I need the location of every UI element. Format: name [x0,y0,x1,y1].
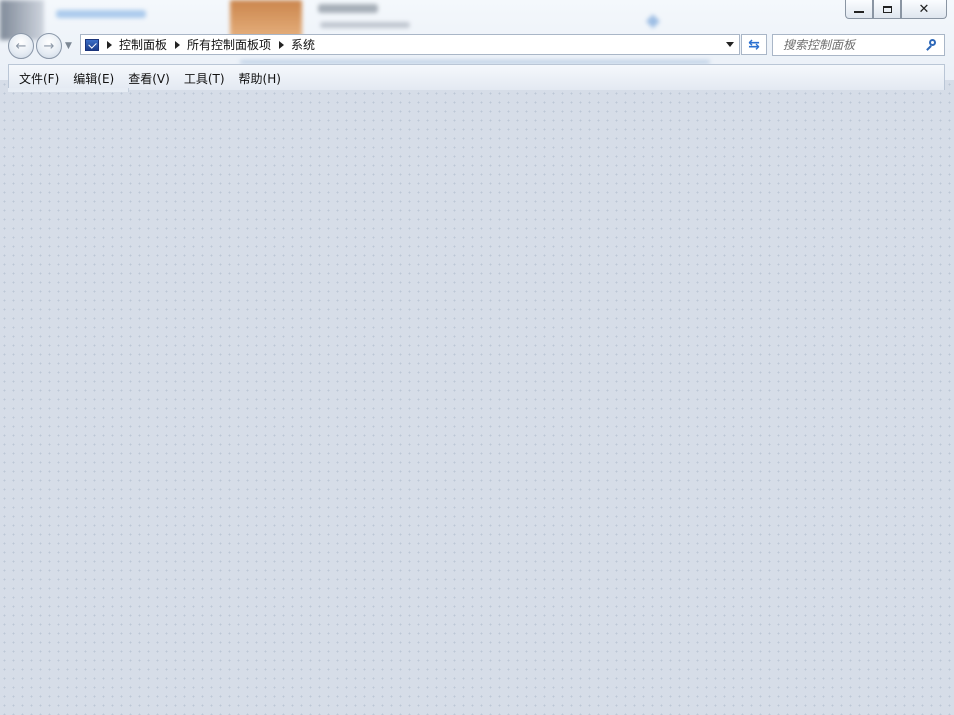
blurred-link [56,10,146,18]
breadcrumb-system[interactable]: 系统 [291,36,315,53]
content-area [0,80,954,715]
address-dropdown-button[interactable] [721,42,739,47]
menu-file[interactable]: 文件(F) [9,65,67,87]
breadcrumb-all-items[interactable]: 所有控制面板项 [187,36,271,53]
chevron-down-icon [726,42,734,47]
blurred-logo: ◆ [646,10,660,31]
refresh-button[interactable]: ⇆ [741,34,767,55]
maximize-icon [882,5,892,13]
breadcrumb-separator-icon[interactable] [175,40,181,49]
blurred-subtext [320,22,410,28]
forward-button[interactable]: → [36,33,62,59]
control-panel-icon [85,38,99,51]
sidebar-edge [8,88,129,92]
back-arrow-icon: ← [15,38,27,54]
breadcrumb-separator-icon[interactable] [107,40,112,49]
close-icon: ✕ [918,1,930,17]
address-bar[interactable]: 控制面板 所有控制面板项 系统 [80,34,740,55]
refresh-icon: ⇆ [748,36,760,53]
search-icon[interactable] [926,39,938,51]
menu-view[interactable]: 查看(V) [122,65,178,87]
breadcrumb-control-panel[interactable]: 控制面板 [119,36,167,53]
breadcrumb-separator-icon[interactable] [279,40,285,49]
search-input[interactable] [781,37,925,53]
menu-bar: 文件(F) 编辑(E) 查看(V) 工具(T) 帮助(H) [8,64,945,90]
close-button[interactable]: ✕ [901,0,947,19]
maximize-button[interactable] [873,0,901,19]
navigation-buttons: ← → ▼ [8,33,72,59]
menu-help[interactable]: 帮助(H) [233,65,289,87]
recent-pages-dropdown-icon[interactable]: ▼ [65,41,72,51]
menu-edit[interactable]: 编辑(E) [67,65,122,87]
search-box [772,34,945,56]
menu-tools[interactable]: 工具(T) [178,65,233,87]
minimize-button[interactable] [845,0,873,19]
blurred-heading [318,4,378,13]
back-button[interactable]: ← [8,33,34,59]
caption-buttons: ✕ [845,0,947,19]
minimize-icon [854,11,864,13]
forward-arrow-icon: → [43,38,55,54]
